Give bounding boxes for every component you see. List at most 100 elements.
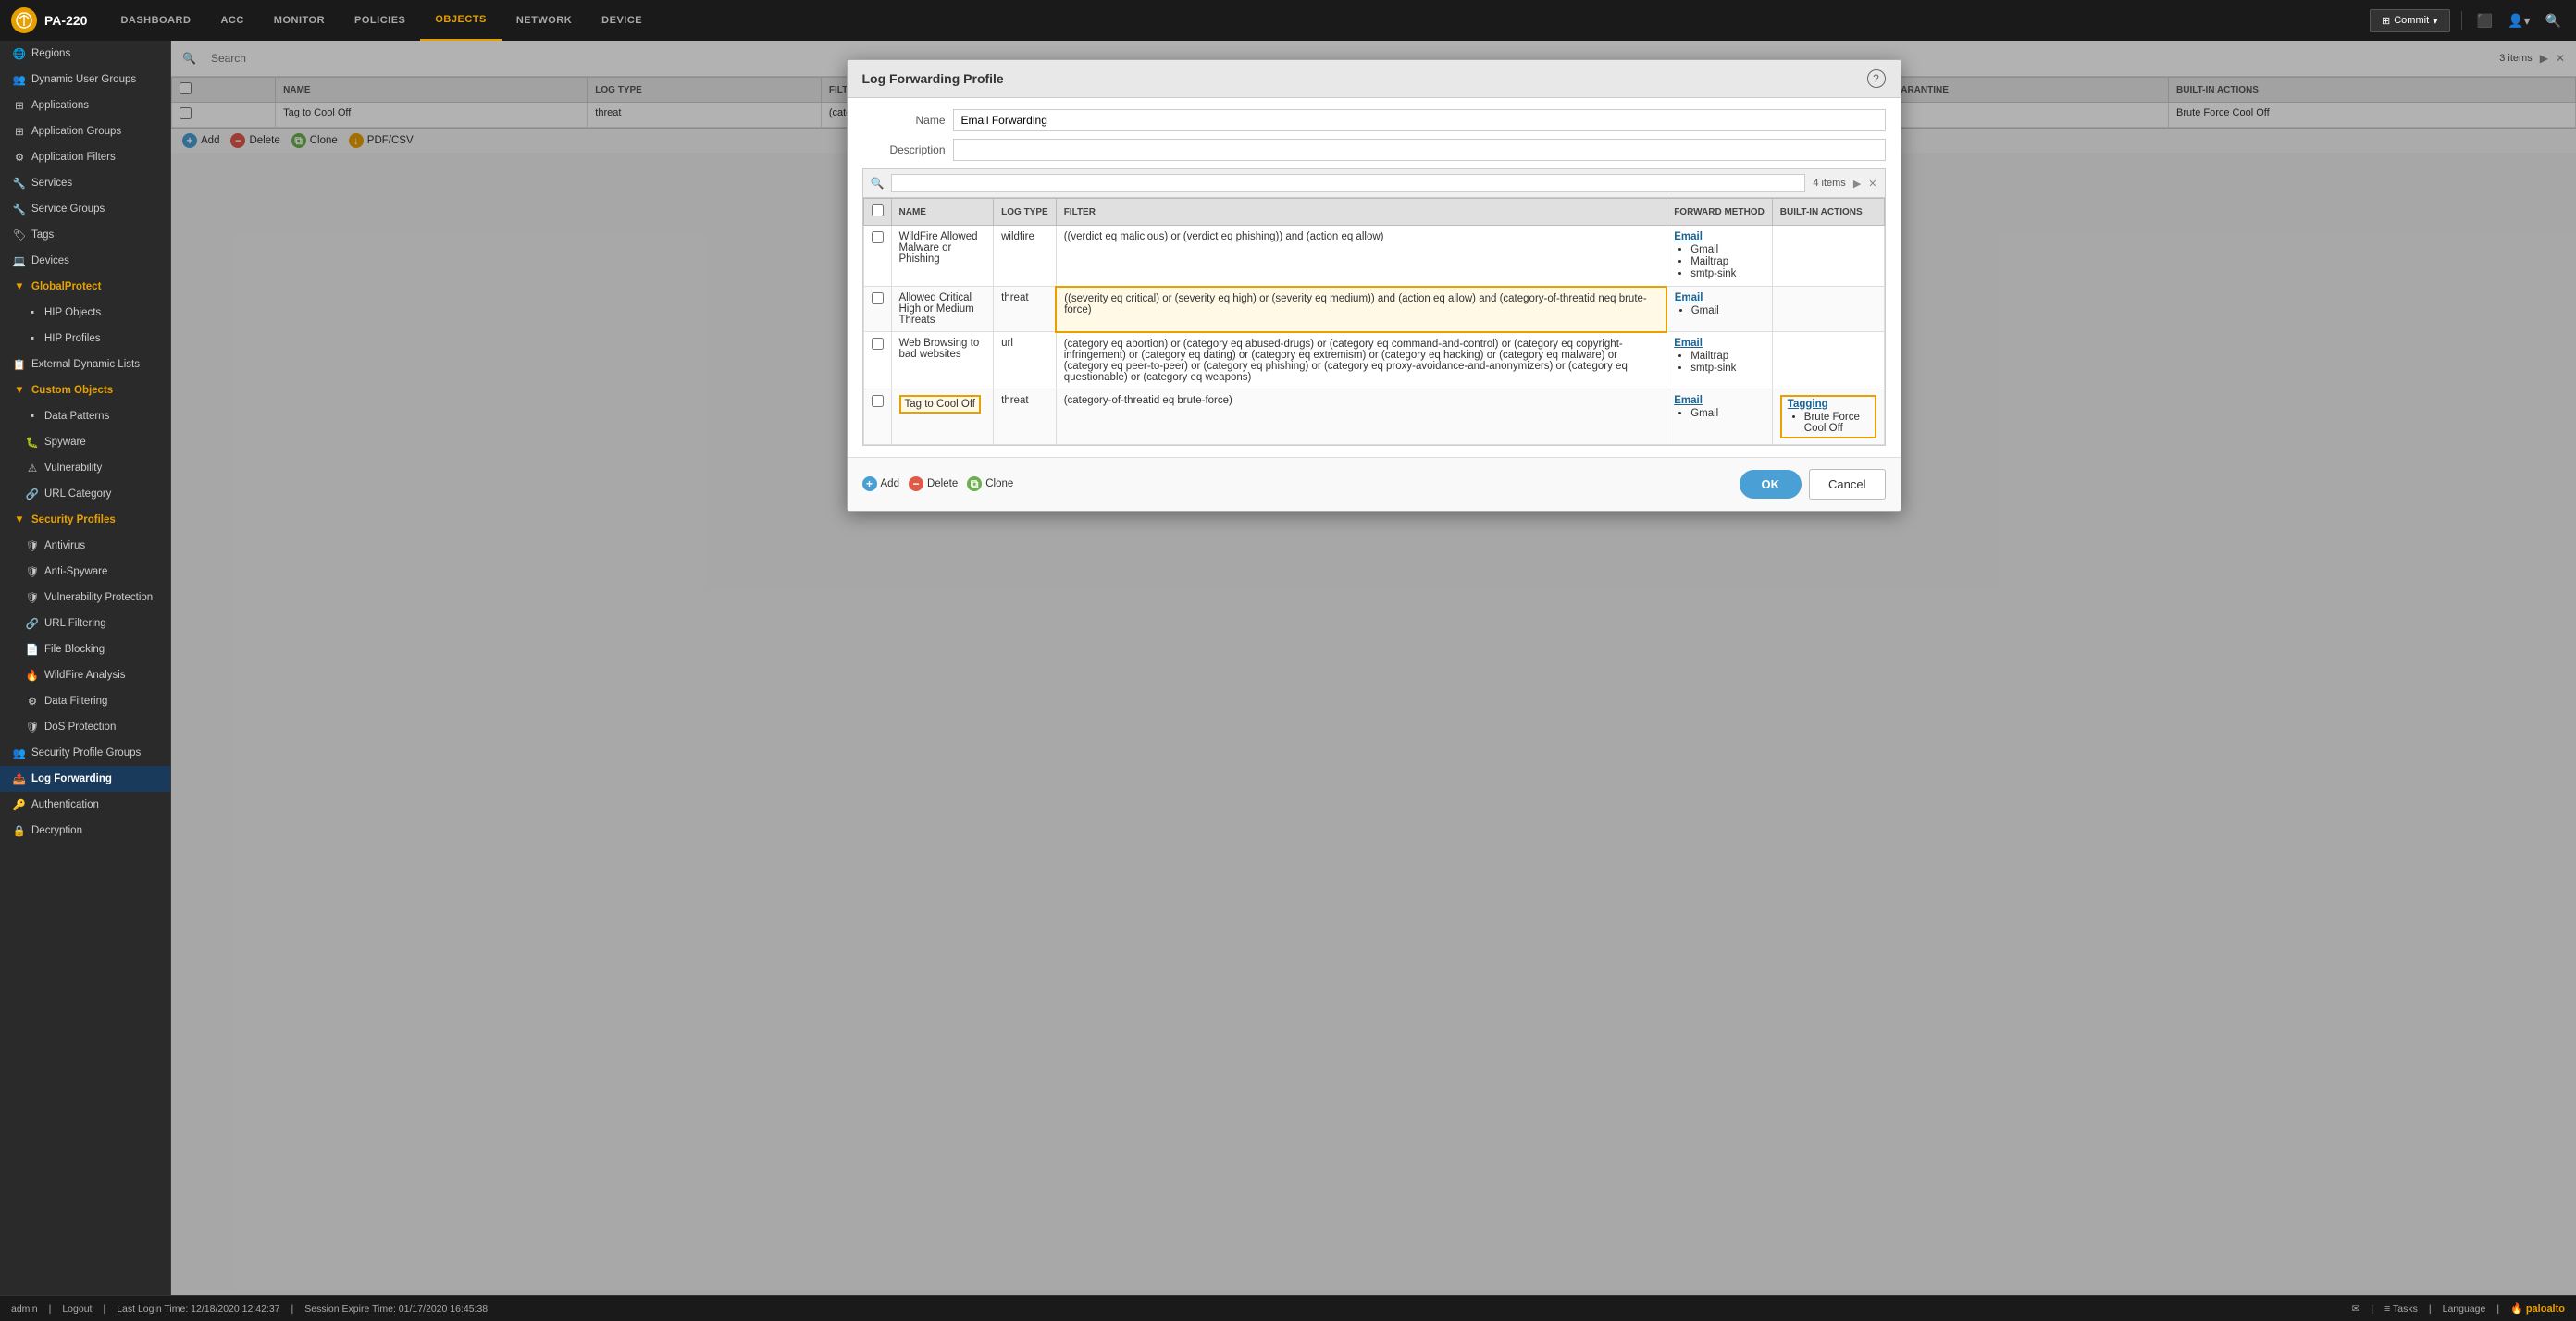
status-tasks[interactable]: ≡ Tasks (2384, 1303, 2418, 1315)
row4-email-label[interactable]: Email (1674, 395, 1703, 406)
brand-watermark: 🔥 paloalto (2510, 1302, 2565, 1315)
status-mail-icon[interactable]: ✉ (2352, 1303, 2360, 1315)
nav-network[interactable]: NETWORK (502, 0, 587, 41)
table-row[interactable]: Allowed Critical High or Medium Threats … (863, 287, 1884, 332)
modal-dialog: Log Forwarding Profile ? Name Descriptio… (847, 59, 1901, 512)
sidebar-item-application-filters[interactable]: ⚙ Application Filters (0, 144, 170, 170)
row3-email-label[interactable]: Email (1674, 338, 1703, 349)
sidebar-item-vulnerability-protection[interactable]: 🛡 Vulnerability Protection (0, 585, 170, 611)
sidebar-item-security-profile-groups[interactable]: 👥 Security Profile Groups (0, 740, 170, 766)
list-item: smtp-sink (1690, 363, 1765, 374)
sidebar-item-authentication[interactable]: 🔑 Authentication (0, 792, 170, 818)
sidebar-item-service-groups[interactable]: 🔧 Service Groups (0, 196, 170, 222)
sidebar-item-hip-objects[interactable]: ▪ HIP Objects (0, 300, 170, 326)
modal-delete-button[interactable]: − Delete (909, 476, 958, 491)
row3-checkbox[interactable] (872, 338, 884, 350)
inner-close-icon[interactable]: ✕ (1868, 178, 1876, 190)
sidebar-item-vulnerability[interactable]: ⚠ Vulnerability (0, 455, 170, 481)
commit-button[interactable]: ⊞ Commit ▾ (2370, 9, 2450, 32)
row4-tagging-label[interactable]: Tagging (1788, 399, 1828, 410)
tasks-icon: ≡ (2384, 1303, 2390, 1315)
modal-clone-button[interactable]: ⧉ Clone (967, 476, 1013, 491)
sidebar-item-anti-spyware[interactable]: 🛡 Anti-Spyware (0, 559, 170, 585)
sidebar-item-regions[interactable]: 🌐 Regions (0, 41, 170, 67)
sidebar-item-decryption[interactable]: 🔒 Decryption (0, 818, 170, 844)
modal-help-icon[interactable]: ? (1867, 69, 1886, 88)
modal-select-all[interactable] (872, 204, 884, 216)
sidebar-label-wildfire-analysis: WildFire Analysis (44, 670, 126, 681)
sidebar-item-dos-protection[interactable]: 🛡 DoS Protection (0, 714, 170, 740)
table-row[interactable]: Web Browsing to bad websites url (catego… (863, 332, 1884, 389)
row4-checkbox[interactable] (872, 395, 884, 407)
app-groups-icon: ⊞ (13, 125, 26, 138)
sidebar-item-applications[interactable]: ⊞ Applications (0, 93, 170, 118)
nav-device[interactable]: DEVICE (587, 0, 657, 41)
nav-dashboard[interactable]: DASHBOARD (105, 0, 205, 41)
security-profiles-icon: ▼ (13, 513, 26, 526)
row1-checkbox[interactable] (872, 231, 884, 243)
search-icon[interactable]: 🔍 (2542, 9, 2565, 32)
sidebar-item-log-forwarding[interactable]: 📤 Log Forwarding (0, 766, 170, 792)
sidebar-item-wildfire-analysis[interactable]: 🔥 WildFire Analysis (0, 662, 170, 688)
sidebar-item-globalprotect[interactable]: ▼ GlobalProtect (0, 274, 170, 300)
sidebar-item-spyware[interactable]: 🐛 Spyware (0, 429, 170, 455)
sidebar-label-vulnerability-protection: Vulnerability Protection (44, 592, 153, 603)
row2-email-list: Gmail (1675, 305, 1765, 316)
description-input[interactable] (953, 139, 1886, 161)
brand-logo[interactable]: PA-220 (11, 7, 87, 33)
user-icon[interactable]: 👤▾ (2504, 9, 2533, 32)
inner-search-input[interactable] (891, 174, 1805, 192)
table-row[interactable]: Tag to Cool Off threat (category-of-thre… (863, 389, 1884, 444)
modal-inner-toolbar: + Add − Delete ⧉ Clone (862, 476, 1728, 491)
url-category-icon: 🔗 (26, 488, 39, 500)
status-bar: admin | Logout | Last Login Time: 12/18/… (0, 1295, 2576, 1321)
inner-next-icon[interactable]: ▶ (1853, 178, 1861, 190)
sidebar: 🌐 Regions 👥 Dynamic User Groups ⊞ Applic… (0, 41, 171, 1295)
row2-email-label[interactable]: Email (1675, 292, 1703, 303)
status-logout-link[interactable]: Logout (62, 1303, 92, 1315)
nav-policies[interactable]: POLICIES (340, 0, 420, 41)
table-row[interactable]: WildFire Allowed Malware or Phishing wil… (863, 226, 1884, 287)
row2-forward-cell: Email Gmail (1666, 287, 1773, 332)
row2-checkbox-cell (863, 287, 891, 332)
sidebar-label-external-dynamic-lists: External Dynamic Lists (31, 359, 140, 370)
sidebar-item-custom-objects[interactable]: ▼ Custom Objects (0, 377, 170, 403)
vulnerability-icon: ⚠ (26, 462, 39, 475)
sidebar-item-dynamic-user-groups[interactable]: 👥 Dynamic User Groups (0, 67, 170, 93)
sidebar-item-url-category[interactable]: 🔗 URL Category (0, 481, 170, 507)
inner-search-bar: 🔍 4 items ▶ ✕ (862, 168, 1886, 197)
row4-name-cell: Tag to Cool Off (891, 389, 994, 444)
modal-delete-icon: − (909, 476, 923, 491)
sidebar-item-file-blocking[interactable]: 📄 File Blocking (0, 636, 170, 662)
sidebar-item-tags[interactable]: 🏷 Tags (0, 222, 170, 248)
row2-checkbox[interactable] (872, 292, 884, 304)
sidebar-item-data-filtering[interactable]: ⚙ Data Filtering (0, 688, 170, 714)
row1-email-label[interactable]: Email (1674, 231, 1703, 242)
status-language[interactable]: Language (2443, 1303, 2486, 1315)
nav-objects[interactable]: OBJECTS (420, 0, 501, 41)
dos-icon: 🛡 (26, 721, 39, 734)
ok-button[interactable]: OK (1740, 470, 1802, 499)
share-icon[interactable]: ⬛ (2473, 9, 2496, 32)
services-icon: 🔧 (13, 177, 26, 190)
content-area: 🔍 3 items ▶ ✕ NAME LOG TYPE FILTER FORWA… (171, 41, 2576, 1295)
nav-acc[interactable]: ACC (205, 0, 258, 41)
hip-profiles-icon: ▪ (26, 332, 39, 345)
sidebar-item-application-groups[interactable]: ⊞ Application Groups (0, 118, 170, 144)
antivirus-icon: 🛡 (26, 539, 39, 552)
sidebar-item-security-profiles[interactable]: ▼ Security Profiles (0, 507, 170, 533)
sidebar-item-data-patterns[interactable]: ▪ Data Patterns (0, 403, 170, 429)
sidebar-item-antivirus[interactable]: 🛡 Antivirus (0, 533, 170, 559)
sidebar-item-url-filtering[interactable]: 🔗 URL Filtering (0, 611, 170, 636)
row4-builtin-list: Brute Force Cool Off (1788, 412, 1869, 434)
row2-name-cell: Allowed Critical High or Medium Threats (891, 287, 994, 332)
sidebar-item-services[interactable]: 🔧 Services (0, 170, 170, 196)
status-admin: admin (11, 1303, 38, 1315)
name-input[interactable] (953, 109, 1886, 131)
cancel-button[interactable]: Cancel (1809, 469, 1885, 500)
modal-add-button[interactable]: + Add (862, 476, 899, 491)
sidebar-item-hip-profiles[interactable]: ▪ HIP Profiles (0, 326, 170, 352)
sidebar-item-external-dynamic-lists[interactable]: 📋 External Dynamic Lists (0, 352, 170, 377)
sidebar-item-devices[interactable]: 💻 Devices (0, 248, 170, 274)
nav-monitor[interactable]: MONITOR (259, 0, 340, 41)
